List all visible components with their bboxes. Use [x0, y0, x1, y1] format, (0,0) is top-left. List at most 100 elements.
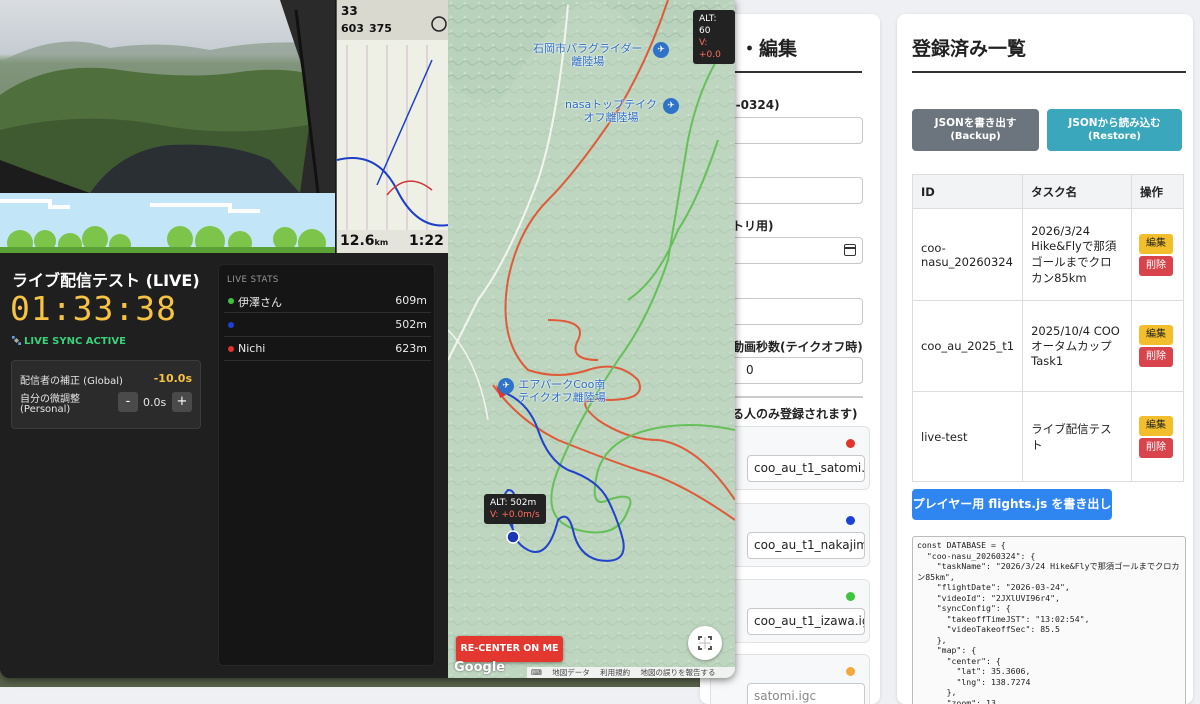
keyboard-icon[interactable]: ⌨	[531, 668, 542, 677]
row-id: coo_au_2025_t1	[911, 300, 1024, 392]
row-task-name: ライブ配信テスト	[1022, 391, 1132, 482]
pilot-altitude: 623m	[395, 342, 427, 355]
pilot-color-dot	[228, 298, 234, 304]
list-panel-title: 登録済み一覧	[912, 34, 1186, 73]
row-actions: 編集 削除	[1131, 208, 1184, 301]
row-task-name: 2026/3/24 Hike&Flyで那須ゴールまでクロカン85km	[1022, 208, 1132, 301]
personal-offset-sublabel: (Personal)	[20, 404, 71, 415]
stats-row: 502m	[224, 315, 431, 337]
pilot-color-dot	[228, 346, 234, 352]
altitude-tooltip-blue: ALT: 502m V: +0.0m/s	[484, 494, 546, 524]
pilot-name: 伊澤さん	[238, 296, 282, 309]
pilot-color-dot	[846, 439, 855, 448]
igc-file-input[interactable]: coo_au_t1_nakajima.	[747, 532, 865, 559]
global-offset-label: 配信者の補正 (Global)	[20, 376, 123, 387]
json-output-textarea[interactable]: const DATABASE = { "coo-nasu_20260324": …	[912, 536, 1186, 704]
row-actions: 編集 削除	[1131, 300, 1184, 392]
map-label-coo: エアパークCoo南 テイクオフ離陸場	[518, 378, 606, 404]
live-stats-header: LIVE STATS	[227, 275, 279, 285]
table-header-row: ID タスク名 操作	[911, 174, 1184, 209]
export-json-button[interactable]: JSONを書き出す (Backup)	[912, 109, 1039, 151]
sync-status-text: LIVE SYNC ACTIVE	[24, 336, 126, 347]
live-stats-panel: LIVE STATS 伊澤さん 609m 502m Nichi 623m	[218, 264, 435, 666]
live-title: ライブ配信テスト (LIVE)	[12, 271, 200, 290]
satellite-icon	[12, 336, 21, 345]
pilot-color-dot	[228, 322, 234, 328]
tooltip-vario: V: +0.0m/s	[490, 510, 540, 520]
table-row: coo_au_2025_t1 2025/10/4 COO オータムカップ Tas…	[911, 300, 1184, 392]
instrument-map	[337, 0, 448, 253]
igc-file-input[interactable]: satomi.igc	[747, 683, 865, 704]
pilot-altitude: 609m	[395, 294, 427, 307]
header-id: ID	[911, 174, 1024, 209]
tooltip-vario: V: +0.0	[699, 38, 721, 60]
sync-status: LIVE SYNC ACTIVE	[12, 336, 126, 347]
registered-table: ID タスク名 操作 coo-nasu_20260324 2026/3/24 H…	[911, 174, 1184, 482]
import-json-sub: (Restore)	[1088, 131, 1141, 142]
stats-row: Nichi 623m	[224, 339, 431, 361]
device-speed-value: 12.6	[340, 233, 375, 249]
global-offset-value: -10.0s	[153, 372, 192, 385]
igc-file-input[interactable]: coo_au_t1_izawa.igc	[747, 608, 865, 635]
flight-instrument-display: 33 603 375 12.6km 1:22	[336, 0, 448, 253]
export-flights-js-button[interactable]: プレイヤー用 flights.js を書き出し	[912, 489, 1112, 520]
device-top-left: 33	[341, 4, 358, 18]
terms-link[interactable]: 利用規約	[600, 668, 630, 677]
personal-plus-button[interactable]: +	[172, 392, 192, 412]
tooltip-alt: ALT: 502m	[490, 498, 537, 508]
row-task-name: 2025/10/4 COO オータムカップ Task1	[1022, 300, 1132, 392]
fullscreen-button[interactable]	[688, 626, 722, 660]
device-alt-mid: 375	[369, 22, 392, 35]
map-data-link[interactable]: 地図データ	[552, 668, 590, 677]
header-actions: 操作	[1131, 174, 1184, 209]
row-actions: 編集 削除	[1131, 391, 1184, 482]
recenter-button[interactable]: RE-CENTER ON ME	[456, 636, 563, 662]
personal-offset-value: 0.0s	[143, 396, 167, 409]
pilot-color-dot	[846, 592, 855, 601]
personal-offset-label: 自分の微調整	[20, 394, 80, 405]
personal-minus-button[interactable]: -	[118, 392, 138, 412]
sync-adjust-box: 配信者の補正 (Global) -10.0s 自分の微調整 (Personal)…	[11, 360, 201, 429]
table-row: coo-nasu_20260324 2026/3/24 Hike&Flyで那須ゴ…	[911, 208, 1184, 301]
table-row: live-test ライブ配信テスト 編集 削除	[911, 391, 1184, 482]
airport-icon[interactable]: ✈	[653, 42, 669, 58]
report-error-link[interactable]: 地図の誤りを報告する	[641, 668, 716, 677]
fullscreen-icon	[698, 636, 712, 650]
delete-button[interactable]: 削除	[1139, 347, 1173, 367]
video-player[interactable]	[0, 0, 335, 193]
video-offset-label: 動画秒数(テイクオフ時)	[732, 340, 863, 354]
device-time: 1:22	[409, 233, 444, 249]
edit-button[interactable]: 編集	[1139, 415, 1173, 436]
pilot-name: Nichi	[238, 342, 266, 355]
delete-button[interactable]: 削除	[1139, 437, 1173, 458]
terrain-map[interactable]: ✈ 石岡市パラグライダー 離陸場 ✈ nasaトップテイク オフ離陸場 ✈ エア…	[448, 0, 735, 678]
igc-file-input[interactable]: coo_au_t1_satomi.igc	[747, 455, 865, 482]
video-scene	[0, 0, 335, 193]
registered-list-panel: 登録済み一覧 JSONを書き出す (Backup) JSONから読み込む (Re…	[897, 14, 1193, 704]
export-json-sub: (Backup)	[950, 131, 1001, 142]
map-label-nasa: nasaトップテイク オフ離陸場	[565, 98, 657, 124]
live-timer: 01:33:38	[10, 289, 177, 328]
device-speed: 12.6km	[340, 233, 388, 249]
import-json-button[interactable]: JSONから読み込む (Restore)	[1047, 109, 1182, 151]
edit-button[interactable]: 編集	[1139, 233, 1173, 254]
map-footer: ⌨ 地図データ 利用規約 地図の誤りを報告する	[527, 667, 735, 678]
pilots-label: る人のみ登録されます)	[732, 407, 858, 421]
mini-scene	[0, 193, 335, 253]
row-id: coo-nasu_20260324	[911, 208, 1024, 301]
import-json-label: JSONから読み込む	[1068, 117, 1161, 129]
pilot-color-dot	[846, 667, 855, 676]
google-logo: Google	[454, 660, 506, 675]
row-id: live-test	[911, 391, 1024, 482]
edit-button[interactable]: 編集	[1139, 325, 1173, 345]
device-speed-unit: km	[374, 238, 389, 247]
device-alt-left: 603	[341, 22, 364, 35]
live-info-panel: ライブ配信テスト (LIVE) 01:33:38 LIVE SYNC ACTIV…	[0, 253, 448, 678]
airport-icon[interactable]: ✈	[498, 378, 514, 394]
header-task-name: タスク名	[1022, 174, 1132, 209]
tooltip-alt: ALT: 60	[699, 14, 717, 36]
airport-icon[interactable]: ✈	[663, 98, 679, 114]
delete-button[interactable]: 削除	[1139, 255, 1173, 276]
calendar-icon[interactable]	[844, 244, 856, 256]
pilot-color-dot	[846, 516, 855, 525]
